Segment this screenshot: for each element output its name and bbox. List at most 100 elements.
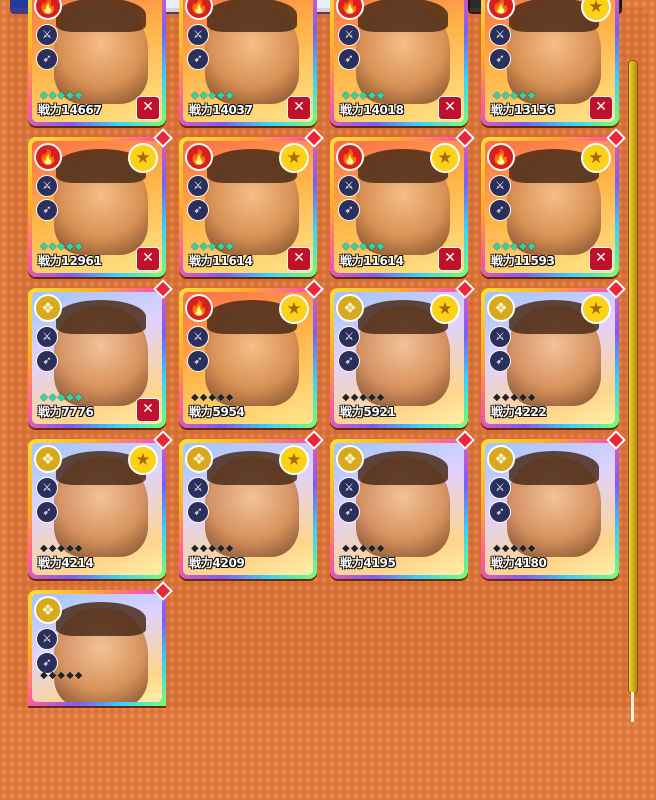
gold-element-icon: ❖: [487, 294, 515, 322]
weapon-slot-icon: ➶: [489, 501, 511, 523]
weapon-slot-icon: ➶: [489, 48, 511, 70]
rank-star-icon: ★: [581, 294, 611, 324]
character-card-frame: 🔥 ⚔ ➶ ◆◆◆◆◆ 戦力14018 ✕: [334, 0, 464, 122]
character-card-frame: ❖ ⚔ ➶ ★ ◆◆◆◆◆ 戦力4222: [485, 292, 615, 424]
character-card[interactable]: 🔥 ⚔ ➶ ★ ◆◆◆◆◆ 戦力13156 ✕: [481, 0, 619, 126]
power-label: 戦力4209: [189, 556, 245, 570]
power-label: 戦力4195: [340, 556, 396, 570]
character-card-frame: 🔥 ⚔ ➶ ★ ◆◆◆◆◆ 戦力11614 ✕: [183, 141, 313, 273]
character-card[interactable]: 🔥 ⚔ ➶ ★ ◆◆◆◆◆ 戦力11614 ✕: [330, 128, 475, 277]
weapon-slot-icon: ⚔: [36, 326, 58, 348]
character-card-frame: 🔥 ⚔ ➶ ◆◆◆◆◆ 戦力14667 ✕: [32, 0, 162, 122]
fire-element-icon: 🔥: [336, 143, 364, 171]
awakening-pips: ◆◆◆◆◆: [342, 90, 386, 101]
character-portrait-hair: [509, 451, 599, 485]
awakening-pips: ◆◆◆◆◆: [40, 392, 84, 403]
gold-element-icon: ❖: [336, 294, 364, 322]
lock-icon[interactable]: ✕: [589, 247, 613, 271]
character-card-frame: ❖ ⚔ ➶ ★ ◆◆◆◆◆ 戦力5921: [334, 292, 464, 424]
character-card[interactable]: 🔥 ⚔ ➶ ◆◆◆◆◆ 戦力14018 ✕: [330, 0, 468, 126]
weapon-slot-icon: ⚔: [338, 477, 360, 499]
awakening-pips: ◆◆◆◆◆: [342, 392, 386, 403]
character-card-frame: 🔥 ⚔ ➶ ★ ◆◆◆◆◆ 戦力5954: [183, 292, 313, 424]
character-card[interactable]: 🔥 ⚔ ➶ ◆◆◆◆◆ 戦力14037 ✕: [179, 0, 317, 126]
lock-icon[interactable]: ✕: [287, 247, 311, 271]
weapon-slot-icon: ➶: [338, 501, 360, 523]
character-card-frame: ❖ ⚔ ➶ ★ ◆◆◆◆◆ 戦力4209: [183, 443, 313, 575]
character-card[interactable]: ❖ ⚔ ➶ ★ ◆◆◆◆◆ 戦力4222: [481, 279, 626, 428]
character-card[interactable]: ❖ ⚔ ➶ ★ ◆◆◆◆◆ 戦力4209: [179, 430, 324, 579]
power-label: 戦力5954: [189, 405, 245, 419]
awakening-pips: ◆◆◆◆◆: [191, 90, 235, 101]
awakening-pips: ◆◆◆◆◆: [40, 90, 84, 101]
awakening-pips: ◆◆◆◆◆: [40, 670, 84, 681]
character-card[interactable]: 🔥 ⚔ ➶ ◆◆◆◆◆ 戦力14667 ✕: [28, 0, 166, 126]
character-card[interactable]: 🔥 ⚔ ➶ ★ ◆◆◆◆◆ 戦力11614 ✕: [179, 128, 324, 277]
weapon-slot-icon: ⚔: [338, 175, 360, 197]
gold-element-icon: ❖: [34, 445, 62, 473]
character-card[interactable]: ❖ ⚔ ➶ ◆◆◆◆◆ 戦力7776 ✕: [28, 279, 173, 428]
weapon-slot-icon: ⚔: [489, 326, 511, 348]
lock-icon[interactable]: ✕: [589, 96, 613, 120]
scrollbar[interactable]: [628, 20, 638, 722]
power-label: 戦力13156: [491, 103, 555, 117]
weapon-slot-icon: ➶: [489, 199, 511, 221]
fire-element-icon: 🔥: [185, 294, 213, 322]
lock-icon[interactable]: ✕: [136, 96, 160, 120]
awakening-pips: ◆◆◆◆◆: [191, 241, 235, 252]
weapon-slot-icon: ⚔: [489, 24, 511, 46]
power-label: 戦力14018: [340, 103, 404, 117]
fire-element-icon: 🔥: [185, 143, 213, 171]
fire-element-icon: 🔥: [34, 143, 62, 171]
rank-star-icon: ★: [128, 143, 158, 173]
weapon-slot-icon: ⚔: [36, 477, 58, 499]
lock-icon[interactable]: ✕: [438, 247, 462, 271]
character-card-frame: 🔥 ⚔ ➶ ★ ◆◆◆◆◆ 戦力13156 ✕: [485, 0, 615, 122]
weapon-slot-icon: ➶: [187, 350, 209, 372]
character-card-frame: ❖ ⚔ ➶ ◆◆◆◆◆ 戦力7776 ✕: [32, 292, 162, 424]
character-card[interactable]: ❖ ⚔ ➶ ★ ◆◆◆◆◆ 戦力5921: [330, 279, 475, 428]
scrollbar-thumb[interactable]: [628, 60, 638, 694]
weapon-slot-icon: ⚔: [338, 326, 360, 348]
character-card[interactable]: 🔥 ⚔ ➶ ★ ◆◆◆◆◆ 戦力12961 ✕: [28, 128, 173, 277]
weapon-slot-icon: ⚔: [187, 477, 209, 499]
gold-element-icon: ❖: [336, 445, 364, 473]
rank-star-icon: ★: [430, 143, 460, 173]
character-portrait-hair: [56, 602, 146, 636]
power-label: 戦力5921: [340, 405, 396, 419]
awakening-pips: ◆◆◆◆◆: [493, 90, 537, 101]
lock-icon[interactable]: ✕: [136, 398, 160, 422]
character-card[interactable]: ❖ ⚔ ➶ ★ ◆◆◆◆◆ 戦力4214: [28, 430, 173, 579]
character-card[interactable]: 🔥 ⚔ ➶ ★ ◆◆◆◆◆ 戦力5954: [179, 279, 324, 428]
weapon-slot-icon: ⚔: [36, 24, 58, 46]
weapon-slot-icon: ➶: [187, 48, 209, 70]
awakening-pips: ◆◆◆◆◆: [342, 543, 386, 554]
character-card-frame: 🔥 ⚔ ➶ ★ ◆◆◆◆◆ 戦力11614 ✕: [334, 141, 464, 273]
weapon-slot-icon: ➶: [187, 199, 209, 221]
gold-element-icon: ❖: [487, 445, 515, 473]
weapon-slot-icon: ⚔: [338, 24, 360, 46]
power-label: 戦力4180: [491, 556, 547, 570]
power-label: 戦力7776: [38, 405, 94, 419]
weapon-slot-icon: ➶: [338, 350, 360, 372]
weapon-slot-icon: ⚔: [36, 628, 58, 650]
power-label: 戦力4222: [491, 405, 547, 419]
character-card-frame: 🔥 ⚔ ➶ ◆◆◆◆◆ 戦力14037 ✕: [183, 0, 313, 122]
character-card[interactable]: 🔥 ⚔ ➶ ★ ◆◆◆◆◆ 戦力11593 ✕: [481, 128, 626, 277]
lock-icon[interactable]: ✕: [438, 96, 462, 120]
character-card[interactable]: ❖ ⚔ ➶ ◆◆◆◆◆: [28, 581, 173, 706]
character-card-frame: ❖ ⚔ ➶ ◆◆◆◆◆ 戦力4195: [334, 443, 464, 575]
weapon-slot-icon: ➶: [36, 48, 58, 70]
character-portrait-hair: [56, 0, 146, 32]
character-portrait-hair: [56, 300, 146, 334]
weapon-slot-icon: ➶: [36, 501, 58, 523]
character-card[interactable]: ❖ ⚔ ➶ ◆◆◆◆◆ 戦力4180: [481, 430, 626, 579]
awakening-pips: ◆◆◆◆◆: [40, 241, 84, 252]
character-card[interactable]: ❖ ⚔ ➶ ◆◆◆◆◆ 戦力4195: [330, 430, 475, 579]
gold-element-icon: ❖: [34, 596, 62, 624]
weapon-slot-icon: ⚔: [187, 326, 209, 348]
power-label: 戦力4214: [38, 556, 94, 570]
rank-star-icon: ★: [128, 445, 158, 475]
lock-icon[interactable]: ✕: [136, 247, 160, 271]
lock-icon[interactable]: ✕: [287, 96, 311, 120]
